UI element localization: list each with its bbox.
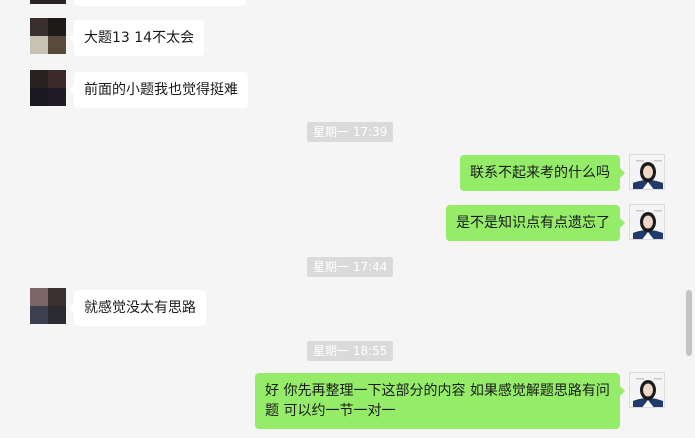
self-avatar[interactable] bbox=[629, 204, 665, 240]
timestamp: 星期一 18:55 bbox=[307, 341, 394, 361]
scrollbar-thumb[interactable] bbox=[686, 290, 692, 356]
message-text: 大题13 14不太会 bbox=[84, 30, 195, 46]
message-bubble-partial bbox=[74, 0, 246, 6]
contact-avatar[interactable] bbox=[30, 70, 66, 106]
contact-avatar[interactable] bbox=[30, 0, 66, 4]
message-bubble-outgoing[interactable]: 是不是知识点有点遗忘了 bbox=[446, 205, 625, 241]
message-text: 前面的小题我也觉得挺难 bbox=[84, 82, 238, 98]
self-avatar[interactable] bbox=[629, 154, 665, 190]
portrait-icon bbox=[630, 373, 664, 407]
self-avatar[interactable] bbox=[629, 372, 665, 408]
timestamp: 星期一 17:39 bbox=[307, 122, 394, 142]
portrait-icon bbox=[630, 155, 664, 189]
message-bubble-incoming[interactable]: 前面的小题我也觉得挺难 bbox=[69, 72, 248, 108]
message-bubble-outgoing[interactable]: 联系不起来考的什么吗 bbox=[460, 155, 625, 191]
message-text: 联系不起来考的什么吗 bbox=[470, 165, 610, 181]
portrait-icon bbox=[630, 205, 664, 239]
message-bubble-incoming[interactable]: 就感觉没太有思路 bbox=[69, 290, 206, 326]
message-text: 是不是知识点有点遗忘了 bbox=[456, 215, 610, 231]
scrollbar-track[interactable] bbox=[684, 0, 695, 438]
timestamp: 星期一 17:44 bbox=[307, 257, 394, 277]
contact-avatar[interactable] bbox=[30, 18, 66, 54]
chat-message-list[interactable]: 大题13 14不太会 前面的小题我也觉得挺难 星期一 17:39 联系不起来考的… bbox=[0, 0, 684, 438]
message-bubble-incoming[interactable]: 大题13 14不太会 bbox=[68, 20, 205, 56]
contact-avatar[interactable] bbox=[30, 288, 66, 324]
message-text: 好 你先再整理一下这部分的内容 如果感觉解题思路有问题 可以约一节一对一 bbox=[265, 383, 610, 419]
message-bubble-outgoing[interactable]: 好 你先再整理一下这部分的内容 如果感觉解题思路有问题 可以约一节一对一 bbox=[255, 373, 625, 429]
message-text: 就感觉没太有思路 bbox=[84, 300, 196, 316]
